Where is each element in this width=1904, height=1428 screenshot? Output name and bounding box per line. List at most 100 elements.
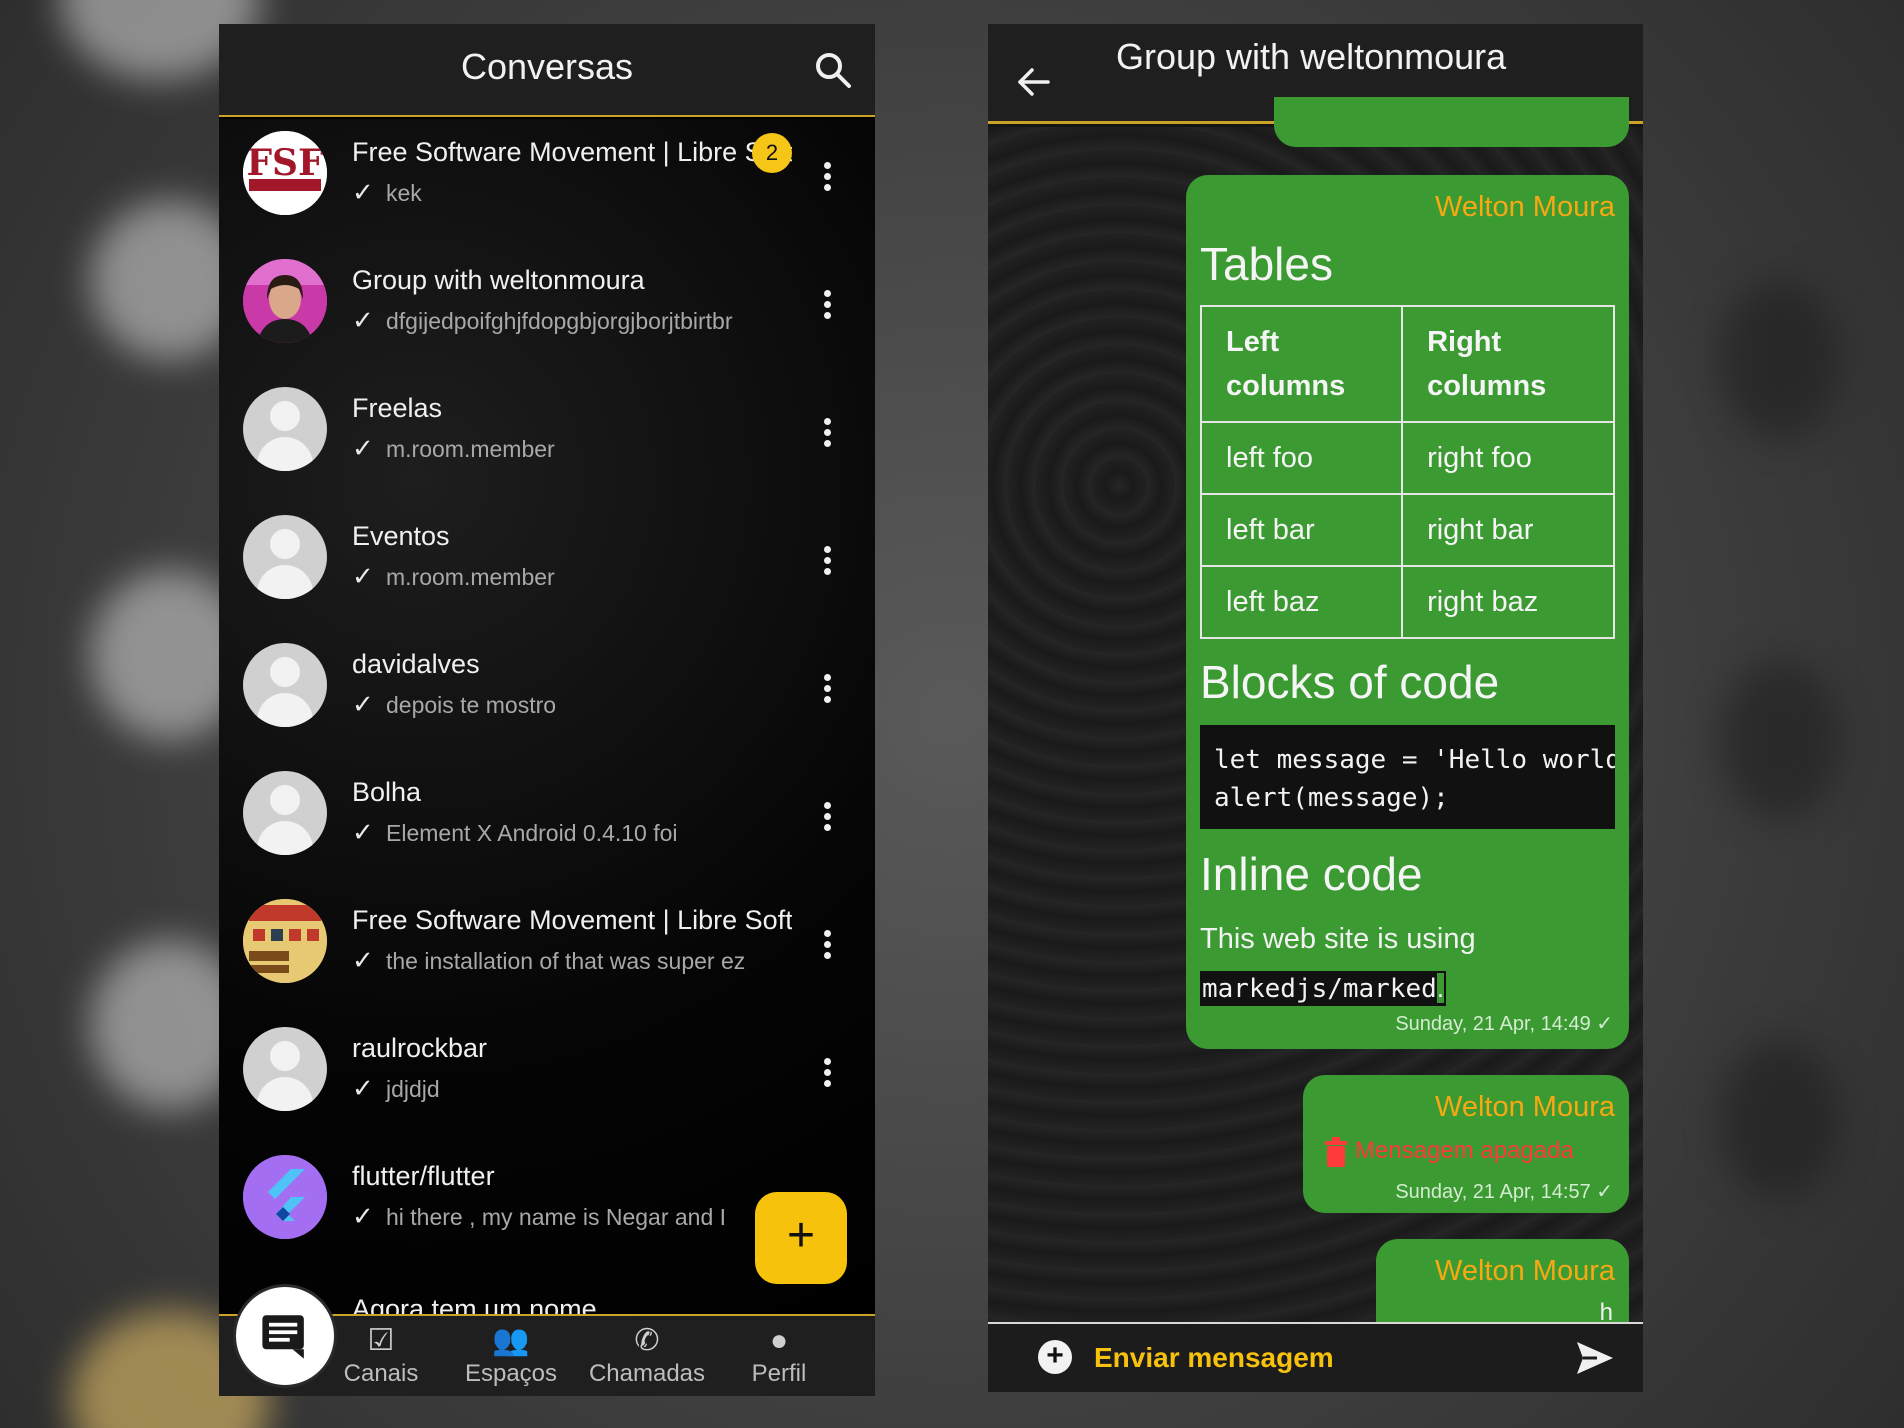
last-message: ✓ Element X Android 0.4.10 foi (352, 817, 678, 847)
nav-item-profile[interactable]: ● Perfil (719, 1322, 839, 1388)
chat-title: Group with weltonmoura (1116, 36, 1507, 77)
table-cell: left foo (1199, 421, 1404, 495)
sender-name: Welton Moura (1435, 1091, 1615, 1123)
phone-icon: ✆ (634, 1324, 660, 1357)
markdown-heading: Tables (1200, 238, 1333, 290)
table-cell: right foo (1401, 421, 1615, 495)
check-icon: ✓ (352, 1201, 374, 1231)
more-options-icon[interactable] (819, 159, 835, 195)
code-block: let message = 'Hello world'; alert(messa… (1200, 725, 1615, 829)
sender-name: Welton Moura (1435, 1255, 1615, 1287)
markdown-paragraph: This web site is using (1200, 923, 1476, 955)
message-input[interactable]: Enviar mensagem (1094, 1342, 1334, 1374)
unread-badge: 2 (752, 133, 792, 173)
table-cell: right baz (1401, 565, 1615, 639)
add-attachment-icon[interactable]: + (1038, 1340, 1072, 1374)
flutter-avatar (243, 1155, 327, 1239)
more-options-icon[interactable] (819, 543, 835, 579)
conversation-name: Free Software Movement | Libre Soft (352, 905, 792, 935)
send-icon[interactable] (1575, 1338, 1615, 1378)
default-avatar-icon (243, 643, 327, 727)
last-message: ✓ kek (352, 177, 422, 207)
table-header: Right columns (1401, 305, 1615, 423)
message-composer: + Enviar mensagem (988, 1322, 1643, 1392)
conversation-name: Eventos (352, 521, 450, 551)
fsf-avatar: FSF (243, 131, 327, 215)
new-conversation-button[interactable]: + (755, 1192, 847, 1284)
message-timestamp: Sunday, 21 Apr, 14:57 ✓ (1395, 1181, 1613, 1203)
check-icon: ✓ (352, 945, 374, 975)
trash-icon (1325, 1137, 1347, 1167)
table-header: Left columns (1199, 305, 1404, 423)
default-avatar-icon (243, 771, 327, 855)
conversation-item[interactable]: FSF Free Software Movement | Libre Soft … (219, 119, 875, 247)
nav-item-chats[interactable] (233, 1284, 337, 1388)
message-bubble[interactable]: Welton Moura Mensagem apagada Sunday, 21… (1303, 1075, 1629, 1213)
inline-code: markedjs/marked. (1200, 971, 1447, 1006)
default-avatar-icon (243, 515, 327, 599)
last-message: ✓ hi there , my name is Negar and I (352, 1201, 727, 1231)
last-message: ✓ m.room.member (352, 561, 555, 591)
user-avatar (243, 259, 327, 343)
spaces-icon: 👥 (492, 1324, 530, 1357)
channels-icon: ☑ (367, 1324, 395, 1357)
search-icon[interactable] (813, 50, 853, 90)
last-message: ✓ m.room.member (352, 433, 555, 463)
check-icon: ✓ (352, 561, 374, 591)
conversation-name: Free Software Movement | Libre Soft (352, 137, 792, 167)
conversation-name: flutter/flutter (352, 1161, 495, 1191)
message-timeline: Welton Moura Tables Left columns Right c… (988, 97, 1643, 1359)
more-options-icon[interactable] (819, 927, 835, 963)
conversation-item[interactable]: Bolha ✓ Element X Android 0.4.10 foi (219, 759, 875, 887)
markdown-heading: Inline code (1200, 848, 1423, 900)
conversation-name: raulrockbar (352, 1033, 488, 1063)
message-bubble[interactable]: Welton Moura Tables Left columns Right c… (1186, 175, 1629, 1049)
person-icon: ● (769, 1324, 789, 1357)
svg-text:FSF: FSF (246, 142, 324, 184)
message-timestamp: Sunday, 21 Apr, 14:49 ✓ (1395, 1013, 1613, 1035)
table-cell: left baz (1199, 565, 1404, 639)
nav-item-calls[interactable]: ✆ Chamadas (587, 1322, 707, 1388)
default-avatar-icon (243, 387, 327, 471)
more-options-icon[interactable] (819, 287, 835, 323)
chat-screen: Group with weltonmoura Welton Moura Tabl… (988, 24, 1643, 1392)
table-cell: left bar (1199, 493, 1404, 567)
conversation-item[interactable]: raulrockbar ✓ jdjdjd (219, 1015, 875, 1143)
conversation-name: davidalves (352, 649, 480, 679)
conversation-name: Bolha (352, 777, 422, 807)
more-options-icon[interactable] (819, 415, 835, 451)
last-message: ✓ depois te mostro (352, 689, 557, 719)
last-message: ✓ the installation of that was super ez (352, 945, 746, 975)
conversation-name: Group with weltonmoura (352, 265, 645, 295)
check-icon: ✓ (352, 689, 374, 719)
back-arrow-icon[interactable] (1016, 64, 1052, 100)
conversations-screen: Conversas FSF Free Software Movement | L… (219, 24, 875, 1396)
conversation-item[interactable]: Freelas ✓ m.room.member (219, 375, 875, 503)
app-bar: Conversas (219, 24, 875, 117)
default-avatar-icon (243, 1027, 327, 1111)
check-icon: ✓ (352, 433, 374, 463)
last-message: ✓ jdjdjd (352, 1073, 440, 1103)
nav-item-channels[interactable]: ☑ Canais (321, 1322, 441, 1388)
sender-name: Welton Moura (1435, 191, 1615, 223)
conversation-item[interactable]: Group with weltonmoura ✓ dfgijedpoifghjfd… (219, 247, 875, 375)
nav-item-spaces[interactable]: 👥 Espaços (451, 1322, 571, 1388)
page-title: Conversas (460, 46, 634, 87)
more-options-icon[interactable] (819, 799, 835, 835)
check-icon: ✓ (352, 177, 374, 207)
more-options-icon[interactable] (819, 671, 835, 707)
chat-icon (262, 1315, 304, 1359)
last-message: ✓ dfgijedpoifghjfdopgbjorgjborjtbirtbr (352, 305, 733, 335)
markdown-table: Left columns Right columns left foo righ… (1199, 305, 1615, 639)
conversation-item[interactable]: Free Software Movement | Libre Soft ✓ the… (219, 887, 875, 1015)
table-cell: right bar (1401, 493, 1615, 567)
conversation-item[interactable]: Eventos ✓ m.room.member (219, 503, 875, 631)
free-software-avatar (243, 899, 327, 983)
previous-message-bubble (1274, 97, 1629, 147)
conversation-item[interactable]: davidalves ✓ depois te mostro (219, 631, 875, 759)
check-icon: ✓ (352, 817, 374, 847)
markdown-heading: Blocks of code (1200, 656, 1500, 708)
deleted-message-text: Mensagem apagada (1355, 1137, 1574, 1164)
check-icon: ✓ (352, 305, 374, 335)
more-options-icon[interactable] (819, 1055, 835, 1091)
